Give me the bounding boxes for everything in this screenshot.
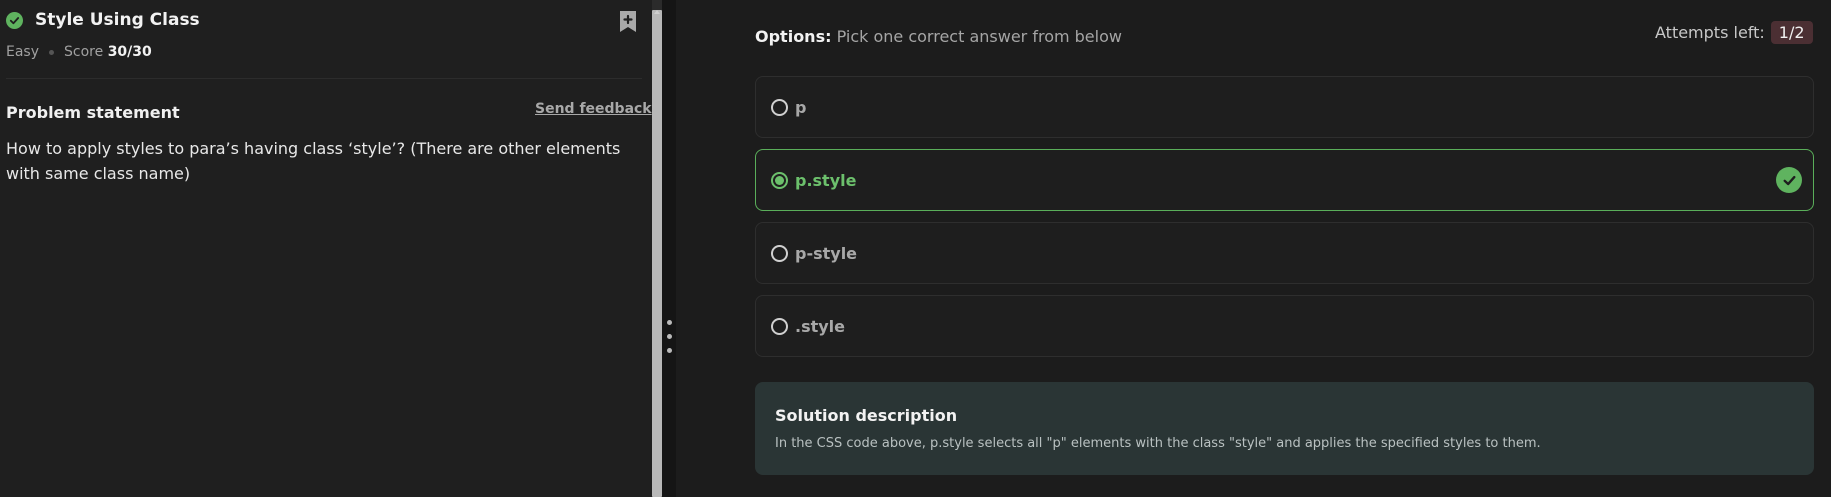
app-root: Style Using Class Easy Score 30/30 Probl… xyxy=(0,0,1831,497)
solution-title: Solution description xyxy=(775,406,958,425)
attempts-indicator: Attempts left: 1/2 xyxy=(1655,21,1813,44)
radio-button-selected[interactable] xyxy=(771,171,788,189)
option-label: p xyxy=(795,97,807,117)
radio-button[interactable] xyxy=(771,98,788,116)
difficulty-label: Easy xyxy=(6,44,40,60)
send-feedback-link[interactable]: Send feedback xyxy=(535,101,652,117)
attempts-label: Attempts left: xyxy=(1655,23,1765,42)
option-label: p.style xyxy=(795,170,857,190)
option-label: p-style xyxy=(795,243,858,263)
score-label: Score 30/30 xyxy=(64,44,152,60)
divider xyxy=(6,78,642,79)
statement-heading: Problem statement xyxy=(6,103,180,122)
radio-button[interactable] xyxy=(771,244,788,262)
problem-title: Style Using Class xyxy=(35,10,200,30)
score-label-text: Score xyxy=(64,44,104,60)
check-circle-icon xyxy=(1776,167,1802,193)
option-p[interactable]: p xyxy=(755,76,1814,138)
problem-panel: Style Using Class Easy Score 30/30 Probl… xyxy=(0,0,652,497)
panel-splitter[interactable] xyxy=(662,0,676,497)
problem-meta: Easy Score 30/30 xyxy=(6,44,152,60)
attempts-badge: 1/2 xyxy=(1770,21,1813,44)
solution-box: Solution description In the CSS code abo… xyxy=(755,382,1814,475)
scroll-up-icon[interactable] xyxy=(654,0,660,14)
score-value: 30/30 xyxy=(107,44,152,60)
scrollbar-thumb[interactable] xyxy=(652,10,662,497)
solution-text: In the CSS code above, p.style selects a… xyxy=(775,436,1541,451)
option-p-dash-style[interactable]: p-style xyxy=(755,222,1814,284)
radio-button[interactable] xyxy=(771,317,788,335)
option-label: .style xyxy=(795,316,846,336)
problem-statement-text: How to apply styles to para’s having cla… xyxy=(6,139,621,183)
options-header: Options: Pick one correct answer from be… xyxy=(755,27,1122,46)
option-dot-style[interactable]: .style xyxy=(755,295,1814,357)
options-hint: Pick one correct answer from below xyxy=(836,27,1122,46)
drag-handle-icon[interactable] xyxy=(667,348,672,353)
drag-handle-icon[interactable] xyxy=(667,320,672,325)
options-label: Options: xyxy=(755,27,832,46)
bookmark-plus-icon[interactable] xyxy=(618,10,638,33)
check-circle-icon xyxy=(6,11,23,29)
option-p-style-class[interactable]: p.style xyxy=(755,149,1814,211)
separator-dot xyxy=(49,49,55,55)
drag-handle-icon[interactable] xyxy=(667,334,672,339)
title-row: Style Using Class xyxy=(6,10,200,30)
